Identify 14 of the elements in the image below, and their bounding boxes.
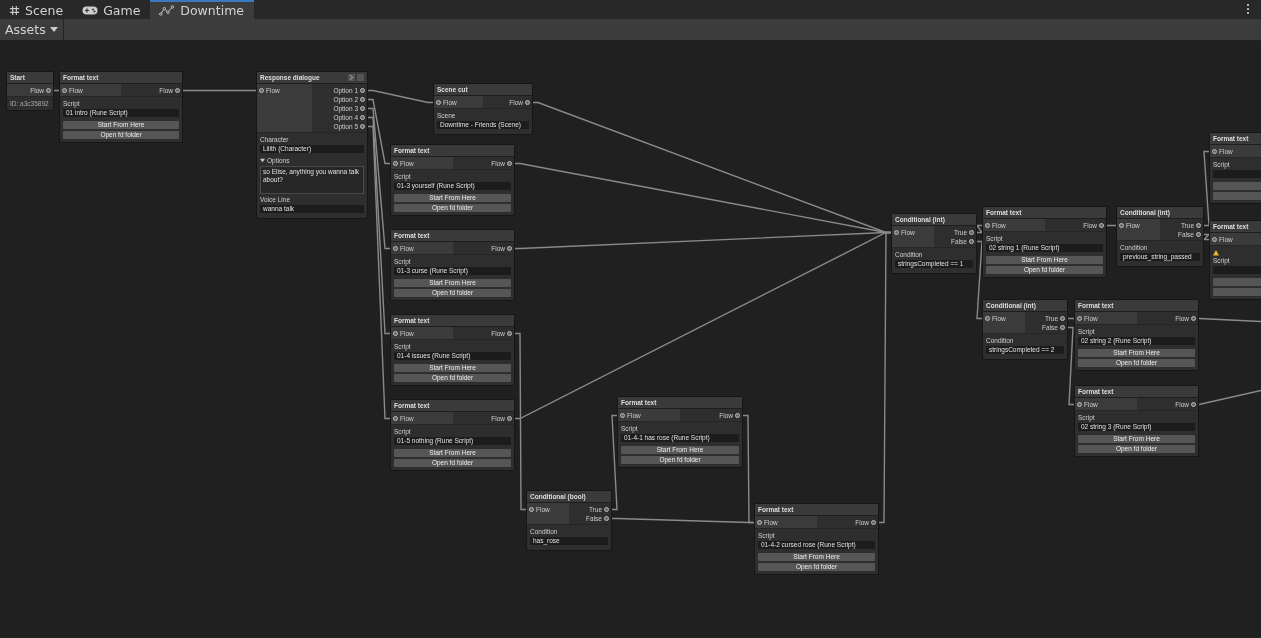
window-tab[interactable]: Game	[73, 0, 151, 19]
node-button[interactable]	[1213, 182, 1261, 190]
caret-icon	[260, 158, 265, 163]
node-button[interactable]	[1213, 287, 1261, 296]
window-tab[interactable]: Downtime	[150, 0, 254, 19]
more-options-icon[interactable]	[1246, 3, 1250, 15]
arrow-icon[interactable]	[348, 74, 355, 81]
graph-icon	[159, 5, 176, 16]
node-button[interactable]	[1213, 192, 1261, 200]
node-button[interactable]	[1213, 277, 1261, 286]
caret-icon	[49, 27, 58, 32]
grid-icon	[9, 5, 20, 16]
gamepad-icon	[82, 5, 99, 16]
window-tab[interactable]: Scene	[0, 0, 74, 19]
